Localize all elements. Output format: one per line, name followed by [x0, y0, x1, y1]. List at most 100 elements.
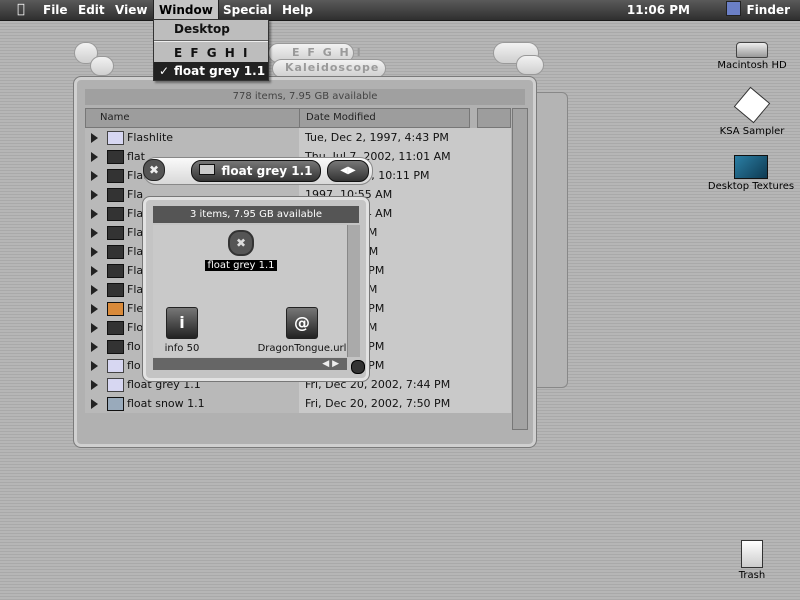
- desktop-icon-textures[interactable]: Desktop Textures: [704, 155, 798, 192]
- file-icon: [107, 359, 124, 373]
- folder-icon: [107, 245, 124, 259]
- float-grey-window[interactable]: 3 items, 7.95 GB available ◀ ▶: [142, 196, 370, 382]
- row-name: Fle: [127, 302, 144, 315]
- disclosure-triangle-icon[interactable]: [91, 323, 98, 333]
- close-icon: ✖: [148, 163, 160, 177]
- desktop-icon-label: KSA Sampler: [719, 126, 785, 137]
- folder-icon: [107, 321, 124, 335]
- menu-window[interactable]: Window: [153, 0, 219, 21]
- disclosure-triangle-icon[interactable]: [91, 380, 98, 390]
- close-button[interactable]: ✖: [143, 159, 165, 181]
- finder-icon: [725, 1, 741, 16]
- float-window-status: 3 items, 7.95 GB available: [153, 206, 359, 223]
- disclosure-triangle-icon[interactable]: [91, 342, 98, 352]
- disclosure-triangle-icon[interactable]: [91, 285, 98, 295]
- menu-separator: [154, 40, 268, 42]
- date-cell: Tue, Dec 2, 1997, 4:43 PM: [299, 128, 511, 147]
- folder-icon: [107, 226, 124, 240]
- resize-handle[interactable]: [351, 360, 365, 374]
- disclosure-triangle-icon[interactable]: [91, 209, 98, 219]
- disclosure-triangle-icon[interactable]: [91, 190, 98, 200]
- row-name: Fla: [127, 207, 144, 220]
- background-tab-bump: [90, 56, 114, 76]
- disclosure-triangle-icon[interactable]: [91, 228, 98, 238]
- window-title-text: float grey 1.1: [221, 164, 313, 178]
- icon-label: info 50: [164, 343, 200, 354]
- column-header-extra[interactable]: [477, 108, 511, 128]
- column-header-date[interactable]: Date Modified: [299, 108, 470, 128]
- info-icon: i: [166, 307, 198, 339]
- application-menu[interactable]: Finder: [725, 0, 791, 20]
- close-badge-icon: ✖: [228, 230, 254, 256]
- menu-item-label: float grey 1.1: [174, 64, 266, 78]
- hard-disk-icon: [736, 42, 768, 58]
- menu-item-desktop[interactable]: Desktop: [154, 20, 268, 38]
- name-cell: float snow 1.1: [85, 394, 299, 413]
- file-icon: [107, 302, 124, 316]
- disclosure-triangle-icon[interactable]: [91, 399, 98, 409]
- nav-arrows-icon: ◀▶: [340, 165, 356, 176]
- checkmark-icon: ✓: [159, 64, 170, 78]
- row-name: Fla: [127, 283, 144, 296]
- apple-menu-icon[interactable]: : [12, 0, 30, 20]
- row-name: Flashlite: [127, 131, 174, 144]
- icon-label: float grey 1.1: [205, 260, 277, 271]
- horizontal-scrollbar[interactable]: ◀ ▶: [153, 358, 347, 370]
- column-header-name[interactable]: Name: [85, 108, 301, 128]
- row-name: Fla: [127, 188, 144, 201]
- table-row[interactable]: Flashlite Tue, Dec 2, 1997, 4:43 PM: [85, 128, 511, 147]
- icon-item-folder[interactable]: ✖ float grey 1.1: [196, 230, 286, 271]
- table-row[interactable]: float snow 1.1 Fri, Dec 20, 2002, 7:50 PM: [85, 394, 511, 413]
- folder-icon: [107, 188, 124, 202]
- window-nav-button[interactable]: ◀▶: [327, 160, 369, 182]
- folder-icon: [107, 207, 124, 221]
- icon-label: DragonTongue.url: [257, 343, 347, 354]
- file-icon: [107, 397, 124, 411]
- desktop-icon-trash[interactable]: Trash: [730, 540, 774, 581]
- name-cell: Flashlite: [85, 128, 299, 147]
- menu-view[interactable]: View: [110, 0, 152, 20]
- menu-help[interactable]: Help: [277, 0, 318, 20]
- row-name: Flo: [127, 321, 144, 334]
- window-title[interactable]: float grey 1.1: [191, 160, 321, 182]
- file-icon: [107, 378, 124, 392]
- desktop-icon-label: Trash: [738, 570, 766, 581]
- menu-bar:  File Edit View Window Special Help 11:…: [0, 0, 800, 21]
- vertical-scrollbar[interactable]: [347, 225, 360, 357]
- row-name: Fla: [127, 264, 144, 277]
- icon-item-info[interactable]: i info 50: [155, 307, 209, 354]
- date-cell: Fri, Dec 20, 2002, 7:50 PM: [299, 394, 511, 413]
- menu-file[interactable]: File: [38, 0, 73, 20]
- disclosure-triangle-icon[interactable]: [91, 171, 98, 181]
- row-name: flo: [127, 340, 141, 353]
- window-status: 778 items, 7.95 GB available: [85, 89, 525, 105]
- desktop-icon-ksa-sampler[interactable]: KSA Sampler: [712, 86, 792, 137]
- menu-item-float-grey[interactable]: ✓ float grey 1.1: [154, 62, 268, 80]
- menu-special[interactable]: Special: [218, 0, 277, 20]
- disclosure-triangle-icon[interactable]: [91, 304, 98, 314]
- scroll-arrows-icon[interactable]: ◀ ▶: [322, 358, 339, 370]
- menu-item-efghi[interactable]: E F G H I: [154, 44, 268, 62]
- folder-icon: [199, 164, 216, 175]
- file-icon: [107, 131, 124, 145]
- icon-item-url[interactable]: @ DragonTongue.url: [257, 307, 347, 354]
- background-tab-label: E F G H I: [292, 46, 363, 59]
- disclosure-triangle-icon[interactable]: [91, 361, 98, 371]
- desktop-icon-label: Desktop Textures: [707, 181, 795, 192]
- row-name: flat: [127, 150, 145, 163]
- folder-icon: [107, 150, 124, 164]
- disclosure-triangle-icon[interactable]: [91, 266, 98, 276]
- vertical-scrollbar[interactable]: [512, 108, 528, 430]
- disclosure-triangle-icon[interactable]: [91, 152, 98, 162]
- disk-image-icon: [733, 86, 771, 124]
- disclosure-triangle-icon[interactable]: [91, 133, 98, 143]
- window-menu-dropdown: Desktop E F G H I ✓ float grey 1.1: [153, 19, 269, 81]
- menu-clock[interactable]: 11:06 PM: [627, 0, 690, 20]
- folder-icon: [107, 340, 124, 354]
- background-tab-label: Kaleidoscope: [285, 61, 380, 74]
- desktop-icon-macintosh-hd[interactable]: Macintosh HD: [712, 42, 792, 71]
- application-name: Finder: [746, 3, 791, 17]
- disclosure-triangle-icon[interactable]: [91, 247, 98, 257]
- row-name: flo: [127, 359, 141, 372]
- menu-edit[interactable]: Edit: [73, 0, 110, 20]
